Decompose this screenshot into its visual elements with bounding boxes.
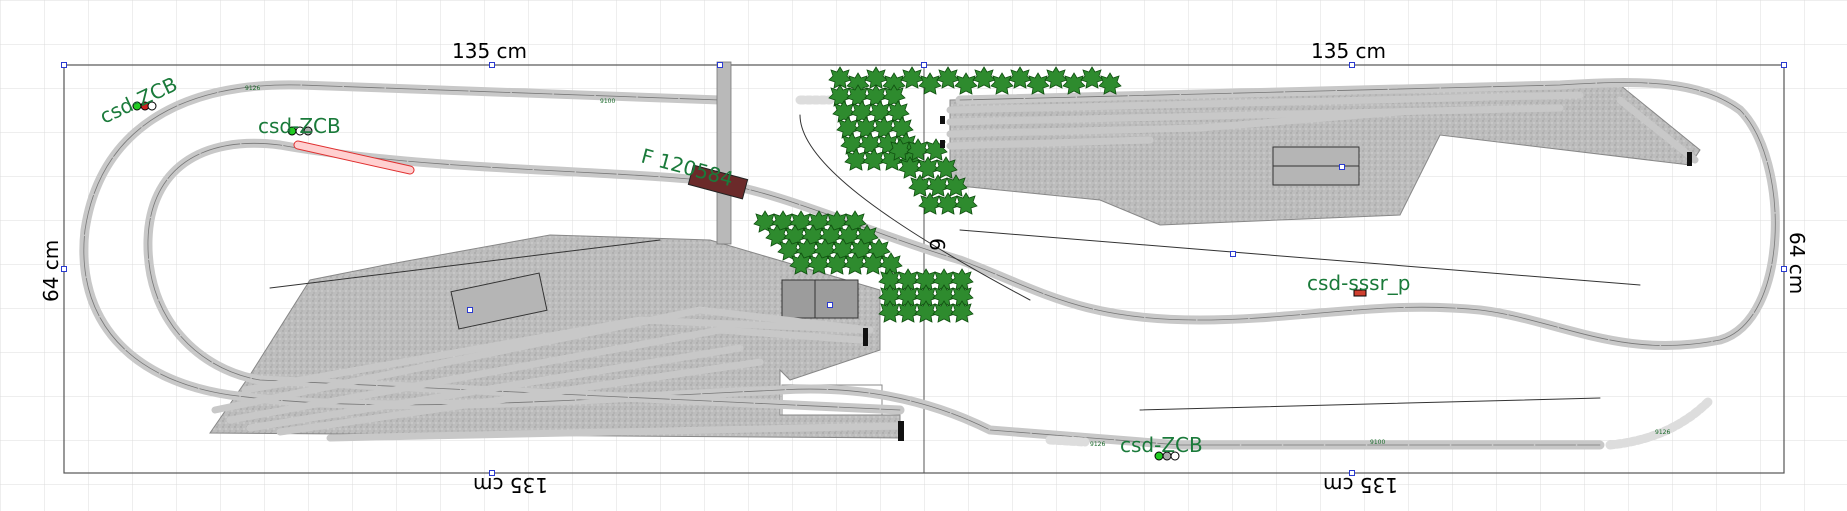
track-tag: 9126 bbox=[245, 85, 260, 92]
track-tag: 9126 bbox=[1090, 441, 1105, 448]
selection-handle[interactable] bbox=[1339, 164, 1345, 170]
dimension-top-left: 135 cm bbox=[452, 39, 527, 63]
selection-handle[interactable] bbox=[827, 302, 833, 308]
track-tag: 9100 bbox=[600, 98, 615, 105]
selection-handle[interactable] bbox=[717, 62, 723, 68]
dimension-bottom-right: 135 cm bbox=[1323, 473, 1398, 497]
layout-canvas[interactable]: 9126 9100 9100 9126 9126 135 cm 135 cm 1… bbox=[0, 0, 1847, 511]
building-shed bbox=[781, 279, 859, 319]
signal-label-2: csd-ZCB bbox=[258, 114, 341, 138]
dimension-top-right: 135 cm bbox=[1311, 39, 1386, 63]
road-vertical bbox=[716, 61, 732, 245]
dimension-right: 64 cm bbox=[1785, 232, 1809, 294]
selection-handle[interactable] bbox=[921, 62, 927, 68]
signal-label-3: csd-ZCB bbox=[1120, 433, 1203, 457]
selection-handle[interactable] bbox=[61, 62, 67, 68]
selection-handle[interactable] bbox=[467, 307, 473, 313]
selection-handle[interactable] bbox=[1230, 251, 1236, 257]
dimension-bottom-left: 135 cm bbox=[473, 473, 548, 497]
track-tag: 9126 bbox=[1655, 429, 1670, 436]
signal-label-4: csd-sssr_p bbox=[1307, 271, 1411, 295]
selection-handle[interactable] bbox=[1349, 62, 1355, 68]
selection-handle[interactable] bbox=[489, 62, 495, 68]
selection-handle[interactable] bbox=[1781, 62, 1787, 68]
dimension-left: 64 cm bbox=[39, 240, 63, 302]
track-tag: 9100 bbox=[1370, 439, 1385, 446]
label-fragment: 6 bbox=[925, 238, 949, 251]
